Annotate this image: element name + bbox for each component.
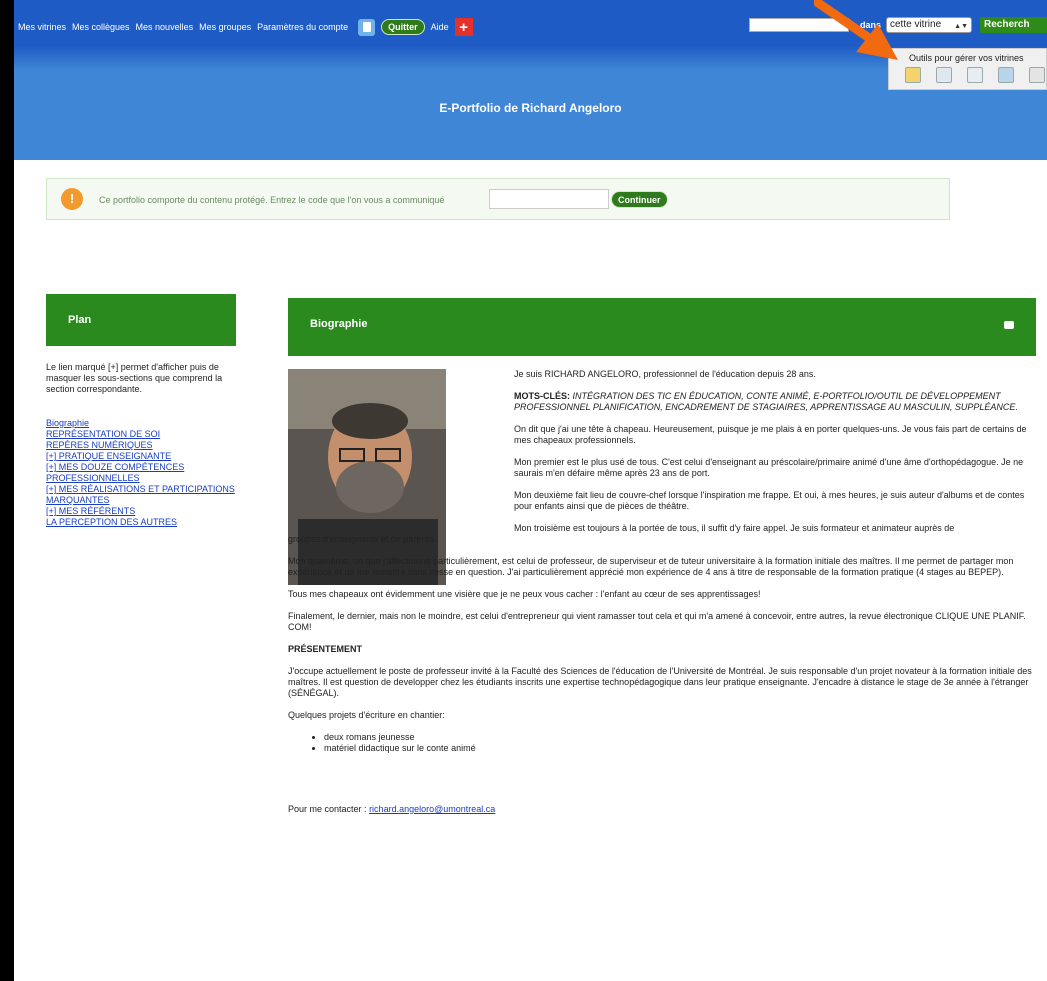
notice-text: Ce portfolio comporte du contenu protégé… [99,195,445,205]
bio-paragraph: Mon premier est le plus usé de tous. C'e… [514,457,1024,478]
copy-icon[interactable] [967,67,983,83]
plan-link-twelve-competencies[interactable]: [+] MES DOUZE COMPÉTENCES PROFESSIONNELL… [46,462,236,484]
preview-icon[interactable] [936,67,952,83]
continue-button[interactable]: Continuer [611,191,668,208]
contact-email-link[interactable]: richard.angeloro@umontreal.ca [369,804,495,814]
plan-link-self-representation[interactable]: REPRÉSENTATION DE SOI [46,429,236,440]
delete-icon[interactable] [1029,67,1045,83]
plan-link-teaching-practice[interactable]: [+] PRATIQUE ENSEIGNANTE [46,451,236,462]
plan-link-digital-landmarks[interactable]: REPÈRES NUMÉRIQUES [46,440,236,451]
search-button[interactable]: Recherch [980,17,1047,33]
nav-my-showcases[interactable]: Mes vitrines [18,22,66,32]
nav-account-settings[interactable]: Paramètres du compte [257,22,348,32]
plan-title: Plan [68,314,92,326]
nav-my-colleagues[interactable]: Mes collègues [72,22,130,32]
chevron-updown-icon: ▲▼ [954,23,968,30]
list-item: matériel didactique sur le conte animé [324,743,1038,754]
plan-header: Plan [46,294,236,346]
main-nav: Mes vitrines Mes collègues Mes nouvelles… [18,18,473,36]
bio-intro: Je suis RICHARD ANGELORO, professionnel … [514,369,816,379]
plan-links: Biographie REPRÉSENTATION DE SOI REPÈRES… [46,418,236,528]
plan-link-biography[interactable]: Biographie [46,418,236,429]
plan-link-achievements[interactable]: [+] MES RÉALISATIONS ET PARTICIPATIONS M… [46,484,236,506]
biography-header: Biographie [288,298,1036,356]
biography-text: Je suis RICHARD ANGELORO, professionnel … [288,369,1038,826]
quit-button[interactable]: Quitter [381,19,425,35]
bio-paragraph: Mon troisième est toujours à la portée d… [514,523,955,533]
facebook-icon[interactable] [358,18,376,36]
plus-icon[interactable]: + [454,18,473,36]
present-title: PRÉSENTEMENT [288,644,363,654]
contact-line: Pour me contacter : richard.angeloro@umo… [288,804,496,814]
page: Mes vitrines Mes collègues Mes nouvelles… [14,0,1047,981]
access-code-input[interactable] [489,189,609,209]
plan-link-references[interactable]: [+] MES RÉFÉRENTS [46,506,236,517]
nav-my-news[interactable]: Mes nouvelles [136,22,194,32]
comment-icon[interactable] [1004,321,1014,329]
list-item: deux romans jeunesse [324,732,1038,743]
nav-my-groups[interactable]: Mes groupes [199,22,251,32]
help-link[interactable]: Aide [431,22,449,32]
projects-label: Quelques projets d'écriture en chantier: [288,710,445,720]
bio-paragraph: On dit que j'ai une tête à chapeau. Heur… [514,424,1027,445]
plan-description: Le lien marqué [+] permet d'afficher pui… [46,362,223,394]
bio-paragraph: groupes d'enseignants et de parents. [288,534,436,544]
portfolio-title: E-Portfolio de Richard Angeloro [439,101,622,115]
bio-paragraph: Mon deuxième fait lieu de couvre-chef lo… [514,490,1025,511]
orange-arrow-annotation [814,0,898,60]
projects-list: deux romans jeunesse matériel didactique… [324,732,1038,754]
bio-paragraph: Mon quatrième, un que j'affectionne part… [288,556,1014,577]
export-icon[interactable] [998,67,1014,83]
bio-paragraph: Finalement, le dernier, mais non le moin… [288,611,1026,632]
biography-title: Biographie [310,318,368,330]
protected-content-notice: ! Ce portfolio comporte du contenu proté… [46,178,950,220]
bio-keywords: MOTS-CLÉS: INTÉGRATION DES TIC EN ÉDUCAT… [514,391,1018,412]
warning-icon: ! [61,188,83,210]
plan-link-perception[interactable]: LA PERCEPTION DES AUTRES [46,517,236,528]
bio-paragraph: J'occupe actuellement le poste de profes… [288,666,1032,698]
bio-paragraph: Tous mes chapeaux ont évidemment une vis… [288,589,761,599]
